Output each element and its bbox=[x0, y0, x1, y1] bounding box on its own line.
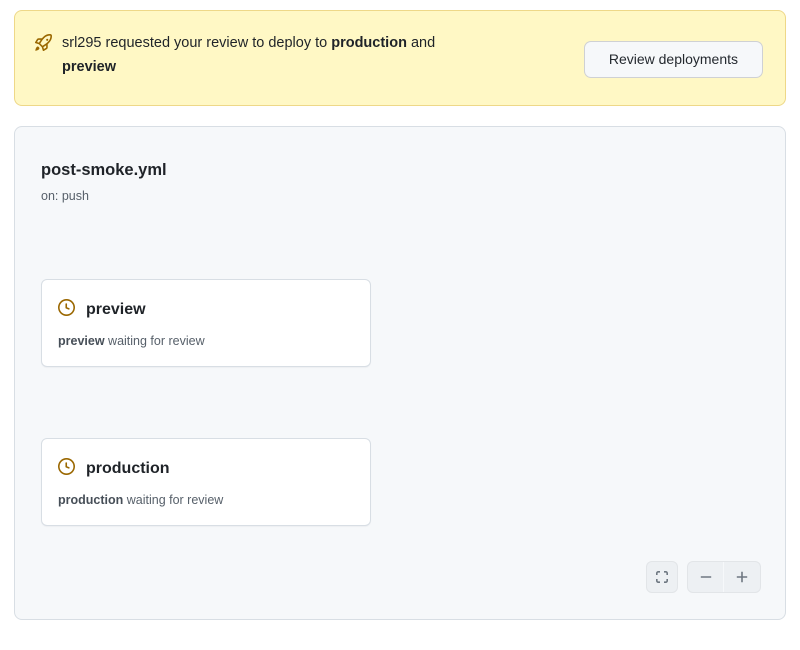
minus-icon bbox=[698, 569, 714, 585]
job-status-env: production bbox=[58, 493, 123, 507]
zoom-in-button[interactable] bbox=[724, 562, 760, 592]
zoom-out-button[interactable] bbox=[688, 562, 724, 592]
job-name: production bbox=[86, 457, 170, 481]
job-name: preview bbox=[86, 298, 146, 322]
job-title-row: preview bbox=[58, 298, 354, 322]
banner-message: srl295 requested your review to deploy t… bbox=[62, 31, 435, 79]
job-card-preview[interactable]: preview preview waiting for review bbox=[41, 279, 371, 367]
rocket-icon bbox=[35, 34, 52, 56]
zoom-control bbox=[687, 561, 761, 593]
job-status: preview waiting for review bbox=[58, 332, 354, 350]
env-name-production: production bbox=[331, 35, 407, 51]
env-name-preview: preview bbox=[62, 59, 116, 75]
job-card-production[interactable]: production production waiting for review bbox=[41, 438, 371, 526]
actor-login: srl295 bbox=[62, 35, 102, 51]
fit-view-button[interactable] bbox=[646, 561, 678, 593]
job-status: production waiting for review bbox=[58, 491, 354, 509]
banner-message-part1: requested your review to deploy to bbox=[102, 35, 332, 51]
clock-icon bbox=[58, 458, 75, 480]
job-status-text: waiting for review bbox=[105, 334, 205, 348]
banner-message-part2: and bbox=[407, 35, 435, 51]
job-title-row: production bbox=[58, 457, 354, 481]
screen-fit-icon bbox=[654, 569, 670, 585]
clock-icon bbox=[58, 299, 75, 321]
workflow-trigger: on: push bbox=[41, 187, 759, 205]
plus-icon bbox=[734, 569, 750, 585]
review-deployments-button[interactable]: Review deployments bbox=[584, 41, 763, 78]
workflow-title: post-smoke.yml bbox=[41, 157, 759, 183]
graph-controls bbox=[646, 561, 761, 593]
deployment-review-banner: srl295 requested your review to deploy t… bbox=[14, 10, 786, 106]
job-status-env: preview bbox=[58, 334, 105, 348]
job-status-text: waiting for review bbox=[123, 493, 223, 507]
workflow-graph-panel: post-smoke.yml on: push preview preview … bbox=[14, 126, 786, 620]
